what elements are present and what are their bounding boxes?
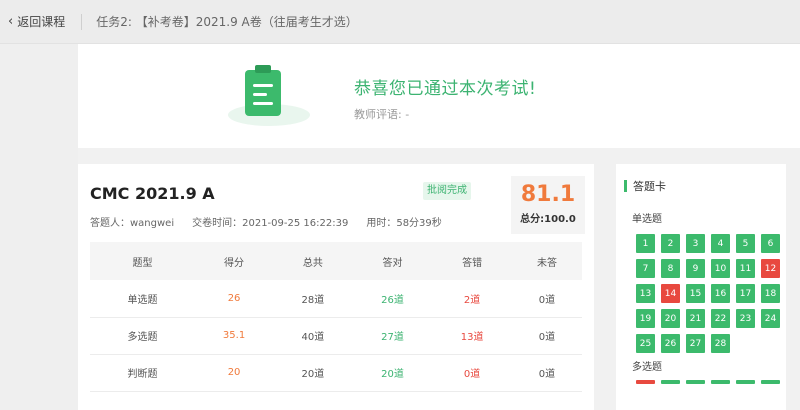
question-button[interactable]: 3 (686, 234, 705, 253)
table-cell: 0道 (538, 332, 556, 343)
table-cell: 20道 (381, 369, 404, 380)
question-button[interactable] (661, 380, 680, 384)
back-to-course-link[interactable]: ‹ 返回课程 (8, 13, 65, 30)
answer-card-label: 答题卡 (633, 180, 666, 193)
question-button[interactable]: 12 (761, 259, 780, 278)
question-button[interactable]: 27 (686, 334, 705, 353)
table-cell: 判断题 (127, 369, 158, 380)
table-row: 判断题 20 20道 20道 0道 0道 (90, 354, 582, 391)
table-cell: 35.1 (222, 330, 246, 341)
question-button[interactable]: 5 (736, 234, 755, 253)
question-button[interactable]: 8 (661, 259, 680, 278)
question-button[interactable] (761, 380, 780, 384)
question-button[interactable]: 10 (711, 259, 730, 278)
table-cell: 20道 (301, 369, 325, 380)
back-label: 返回课程 (17, 15, 66, 29)
table-cell: 多选题 (127, 332, 158, 343)
table-cell: 0道 (538, 294, 556, 306)
col-header: 答对 (382, 257, 403, 269)
accent-bar (624, 180, 627, 192)
table-cell: 0道 (463, 369, 481, 380)
col-header: 题型 (132, 257, 153, 269)
table-cell: 27道 (381, 332, 404, 343)
table-cell: 13道 (460, 332, 484, 343)
col-header: 得分 (224, 257, 245, 269)
question-button[interactable]: 15 (686, 284, 705, 303)
left-gutter (0, 44, 78, 410)
answer-card: 答题卡 单选题 1 2 3 4 5 6 7 8 9 10 11 12 13 14 15 16 17 18 19 20 2… (616, 164, 786, 410)
total-score: 总分:100.0 (520, 214, 576, 225)
table-cell: 20 (227, 367, 241, 378)
col-header: 总共 (302, 257, 323, 269)
table-header-row: 题型 得分 总共 答对 答错 未答 (90, 242, 582, 280)
question-button[interactable] (736, 380, 755, 384)
question-button[interactable] (686, 380, 705, 384)
question-button[interactable]: 23 (736, 309, 755, 328)
submit-time: 交卷时间：2021-09-25 16:22:39 (192, 218, 349, 229)
single-choice-label: 单选题 (632, 214, 662, 225)
duration: 用时：58分39秒 (366, 218, 442, 229)
question-button[interactable]: 19 (636, 309, 655, 328)
question-button[interactable] (636, 380, 655, 384)
table-row: 多选题 35.1 40道 27道 13道 0道 (90, 317, 582, 354)
question-button[interactable]: 1 (636, 234, 655, 253)
col-header: 答错 (462, 257, 483, 269)
question-button[interactable]: 4 (711, 234, 730, 253)
multi-choice-grid (636, 380, 780, 384)
status-badge: 批阅完成 (423, 182, 471, 200)
answerer: 答题人：wangwei (90, 218, 175, 229)
table-cell: 2道 (463, 294, 481, 306)
question-button[interactable]: 13 (636, 284, 655, 303)
exam-meta: 答题人：wangwei 交卷时间：2021-09-25 16:22:39 用时：… (90, 214, 442, 229)
question-button[interactable]: 20 (661, 309, 680, 328)
question-button[interactable] (711, 380, 730, 384)
question-button[interactable]: 16 (711, 284, 730, 303)
question-button[interactable]: 14 (661, 284, 680, 303)
teacher-comment: 教师评语: - (354, 108, 410, 121)
score-box: 81.1 总分:100.0 (511, 176, 585, 234)
question-button[interactable]: 17 (736, 284, 755, 303)
score-table: 题型 得分 总共 答对 答错 未答 单选题 26 28道 26道 2道 0道 多… (90, 242, 582, 392)
question-button[interactable]: 22 (711, 309, 730, 328)
table-row: 单选题 26 28道 26道 2道 0道 (90, 280, 582, 317)
table-cell: 26道 (381, 294, 404, 306)
question-button[interactable]: 21 (686, 309, 705, 328)
clipboard-check-icon (228, 60, 310, 130)
answer-card-title: 答题卡 (624, 178, 666, 194)
question-button[interactable]: 9 (686, 259, 705, 278)
table-cell: 单选题 (127, 294, 158, 306)
table-cell: 0道 (538, 369, 556, 380)
question-button[interactable]: 25 (636, 334, 655, 353)
divider (81, 13, 83, 30)
question-button[interactable]: 11 (736, 259, 755, 278)
table-cell: 28道 (301, 294, 325, 306)
question-button[interactable]: 2 (661, 234, 680, 253)
question-button[interactable]: 24 (761, 309, 780, 328)
question-button[interactable]: 26 (661, 334, 680, 353)
result-card: CMC 2021.9 A 批阅完成 答题人：wangwei 交卷时间：2021-… (78, 164, 594, 410)
top-bar: ‹ 返回课程 任务2: 【补考卷】2021.9 A卷（往届考生才选） (0, 0, 800, 44)
pass-message: 恭喜您已通过本次考试! (354, 79, 537, 99)
success-banner: 恭喜您已通过本次考试! 教师评语: - (78, 44, 800, 148)
single-choice-grid: 1 2 3 4 5 6 7 8 9 10 11 12 13 14 15 16 17 18 19 20 21 22 23 24 2… (636, 234, 780, 353)
question-button[interactable]: 7 (636, 259, 655, 278)
table-cell: 40道 (301, 332, 325, 343)
exam-title: CMC 2021.9 A (90, 184, 215, 203)
question-button[interactable]: 18 (761, 284, 780, 303)
task-title: 任务2: 【补考卷】2021.9 A卷（往届考生才选） (96, 15, 358, 29)
question-button[interactable]: 28 (711, 334, 730, 353)
col-header: 未答 (536, 257, 557, 269)
chevron-left-icon: ‹ (8, 14, 14, 29)
question-button[interactable]: 6 (761, 234, 780, 253)
table-cell: 26 (227, 292, 241, 304)
score-value: 81.1 (520, 182, 576, 207)
multi-choice-label: 多选题 (632, 362, 662, 373)
